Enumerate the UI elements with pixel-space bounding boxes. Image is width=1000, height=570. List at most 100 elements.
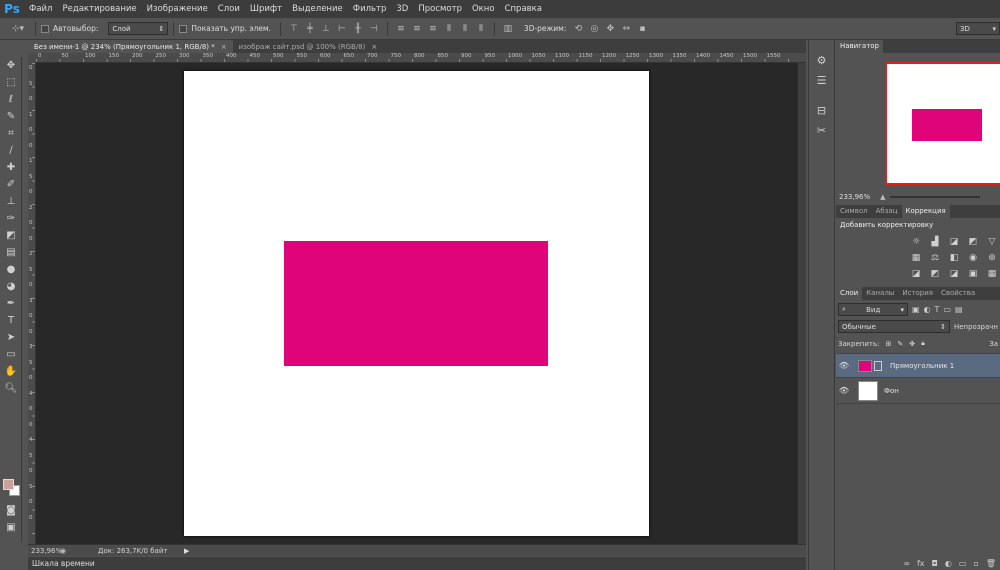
tab-properties[interactable]: Свойства xyxy=(937,287,979,300)
crop-tool-icon[interactable]: ⌗ xyxy=(0,125,22,142)
ruler-corner[interactable] xyxy=(28,53,36,63)
menu-edit[interactable]: Редактирование xyxy=(57,0,141,18)
align-top-icon[interactable]: ⊤ xyxy=(288,23,300,35)
menu-view[interactable]: Просмотр xyxy=(413,0,467,18)
curves-icon[interactable]: ◪ xyxy=(947,235,961,248)
menu-type[interactable]: Шрифт xyxy=(245,0,287,18)
tab-untitled-1[interactable]: Без имени-1 @ 234% (Прямоугольник 1, RGB… xyxy=(28,40,233,53)
3d-rotate-icon[interactable]: ⟲ xyxy=(572,23,584,35)
zoom-out-icon[interactable]: ▲ xyxy=(880,193,885,201)
lock-transparent-icon[interactable]: ⊞ xyxy=(885,340,891,348)
distribute-right-icon[interactable]: ⦀ xyxy=(475,23,487,35)
align-vcenter-icon[interactable]: ╪ xyxy=(304,23,316,35)
move-tool-icon[interactable]: ✥ xyxy=(0,57,22,74)
align-left-icon[interactable]: ⊢ xyxy=(336,23,348,35)
adjustment-icon[interactable]: ◐ xyxy=(945,559,952,568)
tab-channels[interactable]: Каналы xyxy=(862,287,898,300)
lock-all-icon[interactable]: 🔒︎ xyxy=(921,339,925,348)
move-tool-preset-icon[interactable]: ⊹▾ xyxy=(8,23,28,35)
menu-help[interactable]: Справка xyxy=(500,0,547,18)
folder-icon[interactable]: ▭ xyxy=(959,559,967,568)
eye-icon[interactable]: 👁︎ xyxy=(836,361,852,370)
3d-scale-icon[interactable]: ▪ xyxy=(636,23,648,35)
align-right-icon[interactable]: ⊣ xyxy=(368,23,380,35)
tab-paragraph[interactable]: Абзац xyxy=(872,205,902,218)
filter-pixel-icon[interactable]: ▣ xyxy=(912,305,920,314)
tool-presets-icon[interactable]: ✂ xyxy=(809,120,834,140)
menu-window[interactable]: Окно xyxy=(467,0,500,18)
rectangle-tool-icon[interactable]: ▭ xyxy=(0,346,22,363)
timeline-panel-tab[interactable]: Шкала времени xyxy=(28,557,806,570)
distribute-top-icon[interactable]: ≡ xyxy=(395,23,407,35)
zoom-tool-icon[interactable]: 🔍︎ xyxy=(0,380,22,397)
blur-tool-icon[interactable]: ● xyxy=(0,261,22,278)
status-menu-arrow-icon[interactable]: ▶ xyxy=(184,547,189,555)
dodge-tool-icon[interactable]: ◕ xyxy=(0,278,22,295)
eye-icon[interactable]: 👁︎ xyxy=(836,386,852,395)
filter-adjust-icon[interactable]: ◐ xyxy=(924,305,931,314)
tab-character[interactable]: Символ xyxy=(836,205,872,218)
clone-stamp-tool-icon[interactable]: ⊥ xyxy=(0,193,22,210)
workspace-dropdown[interactable]: 3D ▾ xyxy=(956,22,1000,35)
hand-tool-icon[interactable]: ✋ xyxy=(0,363,22,380)
menu-image[interactable]: Изображение xyxy=(142,0,213,18)
quick-mask-icon[interactable]: ◙ xyxy=(0,502,22,519)
posterize-icon[interactable]: ◩ xyxy=(928,267,942,280)
path-select-tool-icon[interactable]: ➤ xyxy=(0,329,22,346)
filter-shape-icon[interactable]: ▭ xyxy=(943,305,951,314)
menu-file[interactable]: Файл xyxy=(24,0,57,18)
fx-icon[interactable]: fx xyxy=(917,559,925,568)
document-canvas[interactable] xyxy=(184,71,649,536)
distribute-left-icon[interactable]: ⦀ xyxy=(443,23,455,35)
layer-filter-dropdown[interactable]: ⌕ Вид ▾ xyxy=(838,303,908,316)
vertical-scrollbar[interactable] xyxy=(798,63,806,544)
lock-pixels-icon[interactable]: ✎ xyxy=(897,340,903,348)
threshold-icon[interactable]: ◪ xyxy=(947,267,961,280)
distribute-vcenter-icon[interactable]: ≡ xyxy=(411,23,423,35)
exposure-icon[interactable]: ◩ xyxy=(966,235,980,248)
auto-align-icon[interactable]: ▥ xyxy=(502,23,514,35)
trash-icon[interactable]: 🗑︎ xyxy=(986,559,996,568)
distribute-hcenter-icon[interactable]: ⦀ xyxy=(459,23,471,35)
history-brush-tool-icon[interactable]: ✑ xyxy=(0,210,22,227)
gradient-tool-icon[interactable]: ▤ xyxy=(0,244,22,261)
levels-icon[interactable]: ▟ xyxy=(928,235,942,248)
brush-panel-icon[interactable]: ⊟ xyxy=(809,100,834,120)
tab-adjustments[interactable]: Коррекция xyxy=(901,205,950,218)
eraser-tool-icon[interactable]: ◩ xyxy=(0,227,22,244)
eyedropper-tool-icon[interactable]: ∕ xyxy=(0,142,22,159)
close-icon[interactable]: × xyxy=(371,43,377,51)
zoom-slider[interactable] xyxy=(889,196,980,198)
navigator-zoom-value[interactable]: 233,96% xyxy=(839,193,870,201)
actions-panel-icon[interactable]: ☰ xyxy=(809,70,834,90)
menu-select[interactable]: Выделение xyxy=(287,0,348,18)
vibrance-icon[interactable]: ▽ xyxy=(985,235,999,248)
screen-mode-icon[interactable]: ▣ xyxy=(0,519,22,536)
brightness-icon[interactable]: ☼ xyxy=(909,235,923,248)
layer-row-rectangle[interactable]: 👁︎ Прямоугольник 1 xyxy=(836,354,1000,378)
status-info-icon[interactable]: ◉ xyxy=(60,547,98,555)
zoom-readout[interactable]: 233,96% xyxy=(28,547,62,555)
align-hcenter-icon[interactable]: ╫ xyxy=(352,23,364,35)
new-layer-icon[interactable]: ▫ xyxy=(973,559,978,568)
lasso-tool-icon[interactable]: ℓ xyxy=(0,91,22,108)
filter-type-icon[interactable]: T xyxy=(935,305,940,314)
pen-tool-icon[interactable]: ✒ xyxy=(0,295,22,312)
vertical-ruler[interactable]: 0 5 0 1 0 0 1 5 0 2 0 0 2 5 0 3 0 0 3 5 0 4 0 0 4 5 0 5 0 0 xyxy=(28,63,36,544)
navigator-preview[interactable] xyxy=(885,62,1000,185)
type-tool-icon[interactable]: T xyxy=(0,312,22,329)
show-transform-checkbox[interactable] xyxy=(179,24,188,33)
autoselect-dropdown[interactable]: Слой ⇕ xyxy=(108,22,169,35)
blend-mode-dropdown[interactable]: Обычные ⇕ xyxy=(838,320,950,333)
quick-select-tool-icon[interactable]: ✎ xyxy=(0,108,22,125)
menu-3d[interactable]: 3D xyxy=(391,0,413,18)
tab-layers[interactable]: Слои xyxy=(836,287,863,300)
history-panel-icon[interactable]: ⚙ xyxy=(809,50,834,70)
gradient-map-icon[interactable]: ▦ xyxy=(985,267,999,280)
invert-icon[interactable]: ◪ xyxy=(909,267,923,280)
tab-history[interactable]: История xyxy=(898,287,937,300)
autoselect-checkbox[interactable] xyxy=(41,24,49,33)
3d-slide-icon[interactable]: ⇔ xyxy=(620,23,632,35)
pink-rectangle-shape[interactable] xyxy=(284,241,548,366)
3d-drag-icon[interactable]: ✥ xyxy=(604,23,616,35)
